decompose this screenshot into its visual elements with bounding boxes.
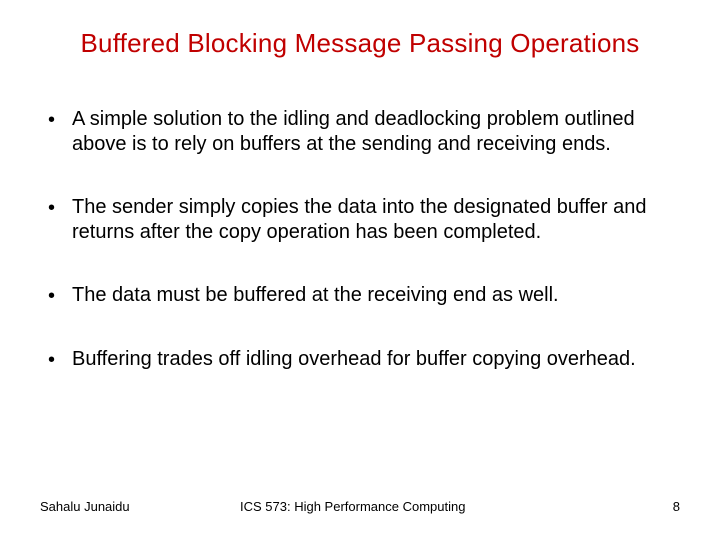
bullet-text: The sender simply copies the data into t… xyxy=(72,195,680,245)
bullet-dot-icon: • xyxy=(48,347,72,373)
bullet-item: • Buffering trades off idling overhead f… xyxy=(48,347,680,373)
bullet-text: A simple solution to the idling and dead… xyxy=(72,107,680,157)
footer-author: Sahalu Junaidu xyxy=(40,499,240,514)
slide-content: • A simple solution to the idling and de… xyxy=(40,107,680,373)
footer-course: ICS 573: High Performance Computing xyxy=(240,499,640,514)
bullet-dot-icon: • xyxy=(48,195,72,221)
bullet-dot-icon: • xyxy=(48,283,72,309)
slide-title: Buffered Blocking Message Passing Operat… xyxy=(40,28,680,59)
bullet-dot-icon: • xyxy=(48,107,72,133)
bullet-item: • The data must be buffered at the recei… xyxy=(48,283,680,309)
bullet-item: • A simple solution to the idling and de… xyxy=(48,107,680,157)
bullet-text: Buffering trades off idling overhead for… xyxy=(72,347,680,372)
slide-footer: Sahalu Junaidu ICS 573: High Performance… xyxy=(40,499,680,514)
bullet-text: The data must be buffered at the receivi… xyxy=(72,283,680,308)
footer-page-number: 8 xyxy=(640,499,680,514)
slide: Buffered Blocking Message Passing Operat… xyxy=(0,0,720,540)
bullet-item: • The sender simply copies the data into… xyxy=(48,195,680,245)
